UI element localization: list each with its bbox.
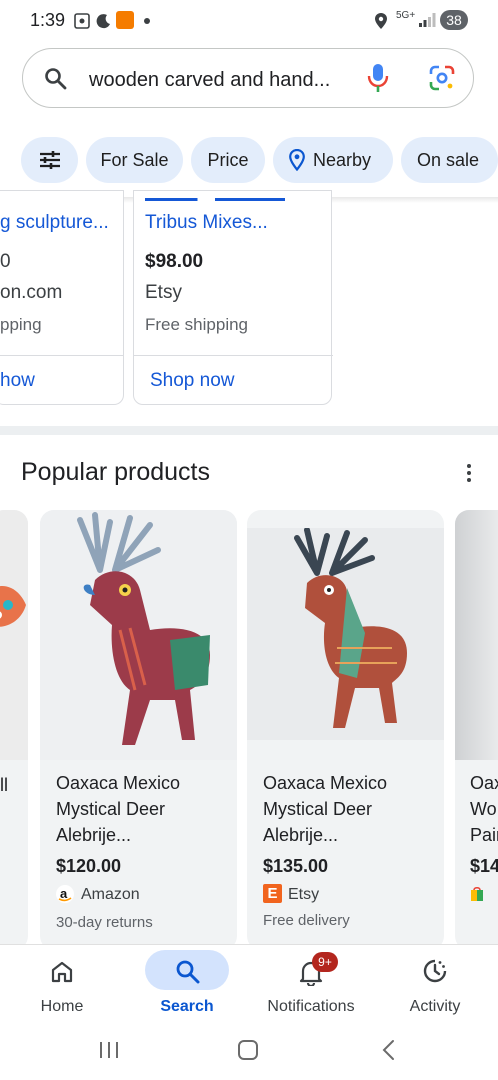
chip-price-label: Price — [207, 150, 249, 170]
cut-title-line — [145, 195, 320, 201]
more-options-icon[interactable] — [460, 461, 478, 485]
amazon-logo-icon: a — [56, 885, 74, 903]
product-title-line: Wo — [470, 799, 497, 819]
card-divider — [134, 355, 333, 356]
shop-now-link[interactable]: how — [0, 370, 35, 392]
status-time: 1:39 — [30, 10, 66, 30]
shopping-card-price: $98.00 — [145, 251, 204, 272]
filter-settings-chip[interactable] — [21, 137, 78, 183]
activity-history-icon — [423, 959, 447, 983]
battery-indicator: 38 — [440, 10, 468, 30]
card-divider — [0, 355, 124, 356]
system-navigation-bar — [0, 1030, 498, 1080]
lens-camera-icon[interactable] — [429, 65, 455, 91]
chip-on-sale-label: On sale — [417, 150, 480, 170]
product-card[interactable]: Oaxaca Mexico Mystical Deer Alebrije... … — [247, 510, 444, 950]
deer-figurine-image — [77, 512, 210, 745]
recent-apps-icon[interactable] — [98, 1040, 120, 1060]
dnd-moon-icon — [96, 14, 110, 29]
nav-activity-label: Activity — [409, 998, 461, 1015]
shopping-card-shipping: pping — [0, 315, 42, 334]
chip-for-sale[interactable]: For Sale — [86, 137, 183, 183]
shopping-card[interactable]: g sculpture... 0 on.com pping how — [0, 190, 124, 405]
product-title-line: Mystical Deer — [263, 799, 373, 819]
search-box[interactable]: wooden carved and hand... — [22, 48, 474, 108]
product-image — [247, 528, 444, 740]
shopping-card-title[interactable]: g sculpture... — [0, 212, 109, 234]
location-pin-icon — [289, 149, 305, 171]
product-price: $120.00 — [56, 856, 122, 876]
svg-text:a: a — [60, 886, 68, 901]
product-title-line: Alebrije... — [263, 825, 339, 845]
etsy-logo-icon: E — [263, 884, 282, 903]
status-bar: 1:39 5G+ 38 — [0, 0, 498, 42]
screenshot-icon — [74, 13, 90, 29]
nav-home[interactable]: Home — [2, 944, 122, 1030]
product-title-line: Oaxaca Mexico — [263, 773, 388, 793]
product-price: $135.00 — [263, 856, 329, 876]
search-icon — [176, 960, 200, 984]
home-button-icon[interactable] — [237, 1039, 259, 1061]
nav-search-label: Search — [160, 998, 214, 1015]
product-card[interactable]: Oax Wo Pair $14 — [455, 510, 498, 950]
nav-notifications[interactable]: 9+ Notifications — [251, 944, 371, 1030]
nav-activity[interactable]: Activity — [375, 944, 495, 1030]
product-title-line: Oaxaca Mexico — [56, 773, 181, 793]
shopping-card-merchant: Etsy — [145, 282, 182, 303]
nav-notifications-label: Notifications — [267, 998, 355, 1015]
product-title-line: Alebrije... — [56, 825, 132, 845]
product-title-line: Oax — [470, 773, 498, 793]
home-icon — [51, 961, 73, 983]
network-label: 5G+ — [396, 10, 416, 21]
product-delivery: Free delivery — [263, 912, 350, 929]
nav-search[interactable]: Search — [127, 944, 247, 1030]
product-image — [455, 510, 498, 760]
product-image — [0, 510, 28, 760]
notifications-badge: 9+ — [312, 952, 338, 972]
more-notifications-dot — [144, 18, 150, 24]
chip-price[interactable]: Price — [191, 137, 265, 183]
shopping-card[interactable]: Tribus Mixes... $98.00 Etsy Free shippin… — [133, 190, 333, 405]
product-card[interactable]: Oaxaca Mexico Mystical Deer Alebrije... … — [40, 510, 237, 950]
shopping-card-shipping: Free shipping — [145, 315, 249, 334]
shopping-card-price: 0 — [0, 251, 11, 272]
shopping-card-merchant: on.com — [0, 282, 63, 303]
product-merchant: Etsy — [288, 886, 320, 903]
product-title-line: Pair — [470, 825, 498, 845]
section-divider — [0, 426, 498, 435]
section-title: Popular products — [21, 458, 211, 486]
search-icon — [45, 68, 67, 90]
chip-nearby[interactable]: Nearby — [273, 137, 393, 183]
signal-icon — [419, 13, 436, 27]
product-price: $14 — [470, 856, 498, 876]
search-input[interactable]: wooden carved and hand... — [89, 69, 330, 92]
chip-on-sale[interactable]: On sale — [401, 137, 498, 183]
location-icon — [375, 13, 387, 29]
chip-nearby-label: Nearby — [313, 150, 372, 170]
shopping-card-title[interactable]: Tribus Mixes... — [145, 212, 268, 234]
app-notification-icon — [116, 11, 134, 29]
product-card[interactable]: ll — [0, 510, 28, 950]
alebrije-image-icon — [0, 586, 26, 627]
product-image — [40, 510, 237, 760]
product-returns: 30-day returns — [56, 914, 153, 931]
product-title: ll — [0, 775, 8, 795]
shop-now-link[interactable]: Shop now — [150, 370, 235, 392]
tune-icon — [40, 151, 60, 169]
deer-figurine-image — [294, 528, 407, 728]
chip-for-sale-label: For Sale — [100, 150, 169, 170]
back-icon[interactable] — [380, 1039, 396, 1061]
product-title-line: Mystical Deer — [56, 799, 166, 819]
nav-home-label: Home — [40, 998, 84, 1015]
shopping-bag-icon — [471, 886, 483, 901]
product-merchant: Amazon — [81, 886, 140, 903]
microphone-icon[interactable] — [367, 63, 389, 93]
